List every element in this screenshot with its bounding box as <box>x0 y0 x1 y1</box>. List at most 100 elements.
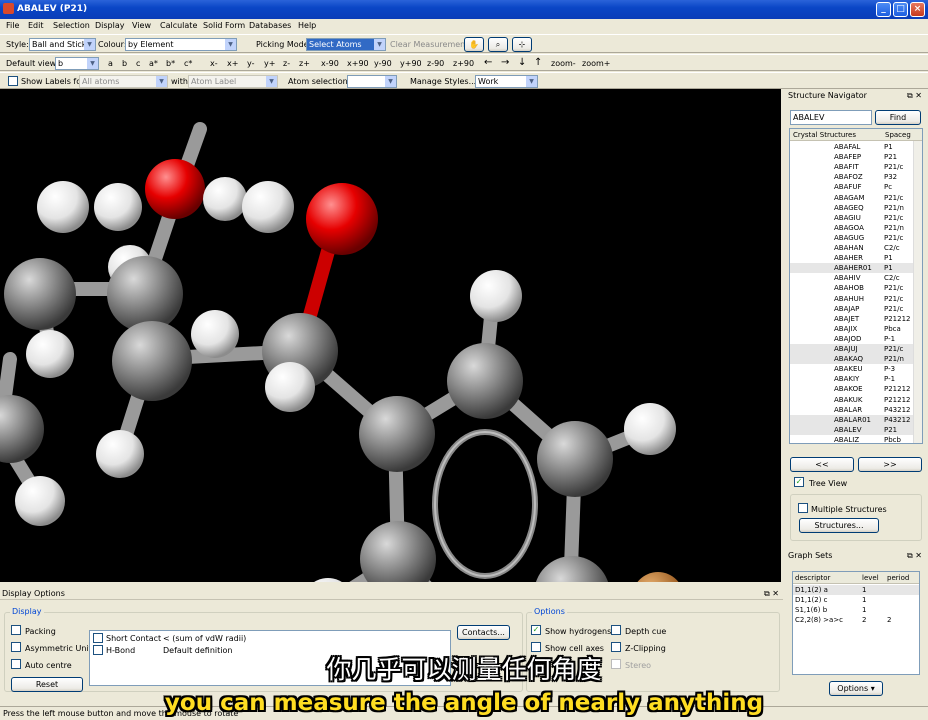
pan-up-icon[interactable]: ↑ <box>534 57 542 68</box>
menu-file[interactable]: File <box>6 21 19 30</box>
menu-edit[interactable]: Edit <box>28 21 44 30</box>
graph-set-row[interactable]: D1,1(2) c 1 <box>793 595 919 605</box>
view-cstar-button[interactable]: c* <box>184 59 192 68</box>
structure-row[interactable]: ABAGIU P21/c <box>790 213 922 223</box>
maximize-button[interactable]: □ <box>893 2 908 17</box>
rot-x-plus-90[interactable]: x+90 <box>347 59 369 68</box>
next-structure-button[interactable]: >> <box>858 457 922 472</box>
graph-panel-dock-icon[interactable]: ⧉ ✕ <box>907 551 922 561</box>
atom-selections-select[interactable]: ▼ <box>347 75 397 88</box>
col-crystal-structures[interactable]: Crystal Structures <box>793 130 856 140</box>
colour-select[interactable]: by Element ▼ <box>125 38 237 51</box>
structure-row[interactable]: ABALIZ Pbcb <box>790 435 922 443</box>
minimize-button[interactable]: _ <box>876 2 891 17</box>
rot-z-minus[interactable]: z- <box>283 59 290 68</box>
structure-row[interactable]: ABAGOA P21/n <box>790 223 922 233</box>
structure-row[interactable]: ABAFAL P1 <box>790 142 922 152</box>
structure-row[interactable]: ABAKEU P-3 <box>790 364 922 374</box>
menu-display[interactable]: Display <box>95 21 125 30</box>
structure-row[interactable]: ABAFIT P21/c <box>790 162 922 172</box>
col-period[interactable]: period <box>887 573 909 583</box>
col-spacegroup[interactable]: Spaceg <box>885 130 911 140</box>
menu-databases[interactable]: Databases <box>249 21 291 30</box>
zoom-in-button[interactable]: zoom+ <box>582 59 610 68</box>
structure-row[interactable]: ABAJET P21212 <box>790 314 922 324</box>
molecule-viewer[interactable] <box>0 89 781 582</box>
view-astar-button[interactable]: a* <box>149 59 158 68</box>
structure-row[interactable]: ABAKAQ P21/n <box>790 354 922 365</box>
graph-set-row[interactable]: D1,1(2) a 1 <box>793 585 919 595</box>
rot-z-plus-90[interactable]: z+90 <box>453 59 474 68</box>
zoom-out-button[interactable]: zoom- <box>551 59 576 68</box>
style-set-select[interactable]: Work ▼ <box>475 75 538 88</box>
contacts-button[interactable]: Contacts... <box>457 625 510 640</box>
structure-row[interactable]: ABAHER P1 <box>790 253 922 263</box>
menu-calculate[interactable]: Calculate <box>160 21 197 30</box>
structure-row[interactable]: ABALAR01 P43212 <box>790 414 922 425</box>
structures-button[interactable]: Structures... <box>799 518 879 533</box>
rot-x-minus-90[interactable]: x-90 <box>321 59 339 68</box>
view-bstar-button[interactable]: b* <box>166 59 175 68</box>
rot-z-plus[interactable]: z+ <box>299 59 310 68</box>
structure-row[interactable]: ABAHAN C2/c <box>790 243 922 253</box>
close-button[interactable]: × <box>910 2 925 17</box>
menu-selection[interactable]: Selection <box>53 21 90 30</box>
style-select[interactable]: Ball and Stick ▼ <box>29 38 96 51</box>
structure-row[interactable]: ABAHIV C2/c <box>790 273 922 283</box>
menu-solid-form[interactable]: Solid Form <box>203 21 245 30</box>
short-contact-checkbox[interactable] <box>93 633 103 643</box>
structure-row[interactable]: ABAKIY P-1 <box>790 374 922 384</box>
pan-down-icon[interactable]: ↓ <box>518 57 526 68</box>
col-level[interactable]: level <box>862 573 879 583</box>
menu-view[interactable]: View <box>132 21 151 30</box>
structure-row[interactable]: ABALEV P21 <box>790 424 922 435</box>
structure-row[interactable]: ABAKUK P21212 <box>790 395 922 405</box>
structure-row[interactable]: ABAJIX Pbca <box>790 324 922 334</box>
structure-row[interactable]: ABAGUG P21/c <box>790 233 922 243</box>
structure-row[interactable]: ABAFOZ P32 <box>790 172 922 182</box>
structure-row[interactable]: ABAGAM P21/c <box>790 193 922 203</box>
rot-z-minus-90[interactable]: z-90 <box>427 59 444 68</box>
find-button[interactable]: Find <box>875 110 921 125</box>
rot-x-plus[interactable]: x+ <box>227 59 238 68</box>
picking-mode-select[interactable]: Select Atoms ▼ <box>306 38 386 51</box>
structure-row[interactable]: ABAJAP P21/c <box>790 304 922 314</box>
rot-y-minus[interactable]: y- <box>247 59 254 68</box>
panel-dock-icon[interactable]: ⧉ ✕ <box>907 91 922 101</box>
view-b-button[interactable]: b <box>122 59 127 68</box>
manage-styles-button[interactable]: Manage Styles... <box>410 77 476 86</box>
pick-tool-icon[interactable]: ⊹ <box>512 37 532 52</box>
display-panel-dock-icon[interactable]: ⧉ ✕ <box>764 589 779 599</box>
graph-set-row[interactable]: S1,1(6) b 1 <box>793 605 919 615</box>
structure-row[interactable]: ABAHOB P21/c <box>790 283 922 293</box>
clear-measurements-button[interactable]: Clear Measurements <box>390 40 473 49</box>
structure-row[interactable]: ABAJOD P-1 <box>790 334 922 344</box>
show-labels-checkbox[interactable] <box>8 76 18 86</box>
rot-y-plus-90[interactable]: y+90 <box>400 59 422 68</box>
structure-list-scrollbar[interactable] <box>913 141 922 443</box>
structure-row[interactable]: ABAHER01 P1 <box>790 263 922 274</box>
structure-row[interactable]: ABAGEQ P21/n <box>790 203 922 213</box>
default-view-select[interactable]: b ▼ <box>55 57 99 70</box>
labels-for-select[interactable]: All atoms ▼ <box>79 75 168 88</box>
structure-row[interactable]: ABAFUF Pc <box>790 182 922 192</box>
show-hydrogens-checkbox[interactable]: ✓ <box>531 625 541 635</box>
view-a-button[interactable]: a <box>108 59 113 68</box>
pan-right-icon[interactable]: → <box>501 57 509 68</box>
label-type-select[interactable]: Atom Label ▼ <box>188 75 278 88</box>
graph-set-row[interactable]: C2,2(8) >a>c 2 2 <box>793 615 919 625</box>
view-c-button[interactable]: c <box>136 59 140 68</box>
multiple-structures-checkbox[interactable] <box>798 503 808 513</box>
structure-row[interactable]: ABAHUH P21/c <box>790 294 922 304</box>
menu-help[interactable]: Help <box>298 21 316 30</box>
rot-x-minus[interactable]: x- <box>210 59 218 68</box>
pan-left-icon[interactable]: ← <box>484 57 492 68</box>
structure-row[interactable]: ABAFEP P21 <box>790 152 922 162</box>
structure-row[interactable]: ABAJUJ P21/c <box>790 344 922 354</box>
packing-checkbox[interactable] <box>11 625 21 635</box>
rot-y-minus-90[interactable]: y-90 <box>374 59 392 68</box>
hand-tool-icon[interactable]: ✋ <box>464 37 484 52</box>
structure-row[interactable]: ABALAR P43212 <box>790 405 922 415</box>
rot-y-plus[interactable]: y+ <box>264 59 275 68</box>
tree-view-checkbox[interactable]: ✓ <box>794 477 804 487</box>
